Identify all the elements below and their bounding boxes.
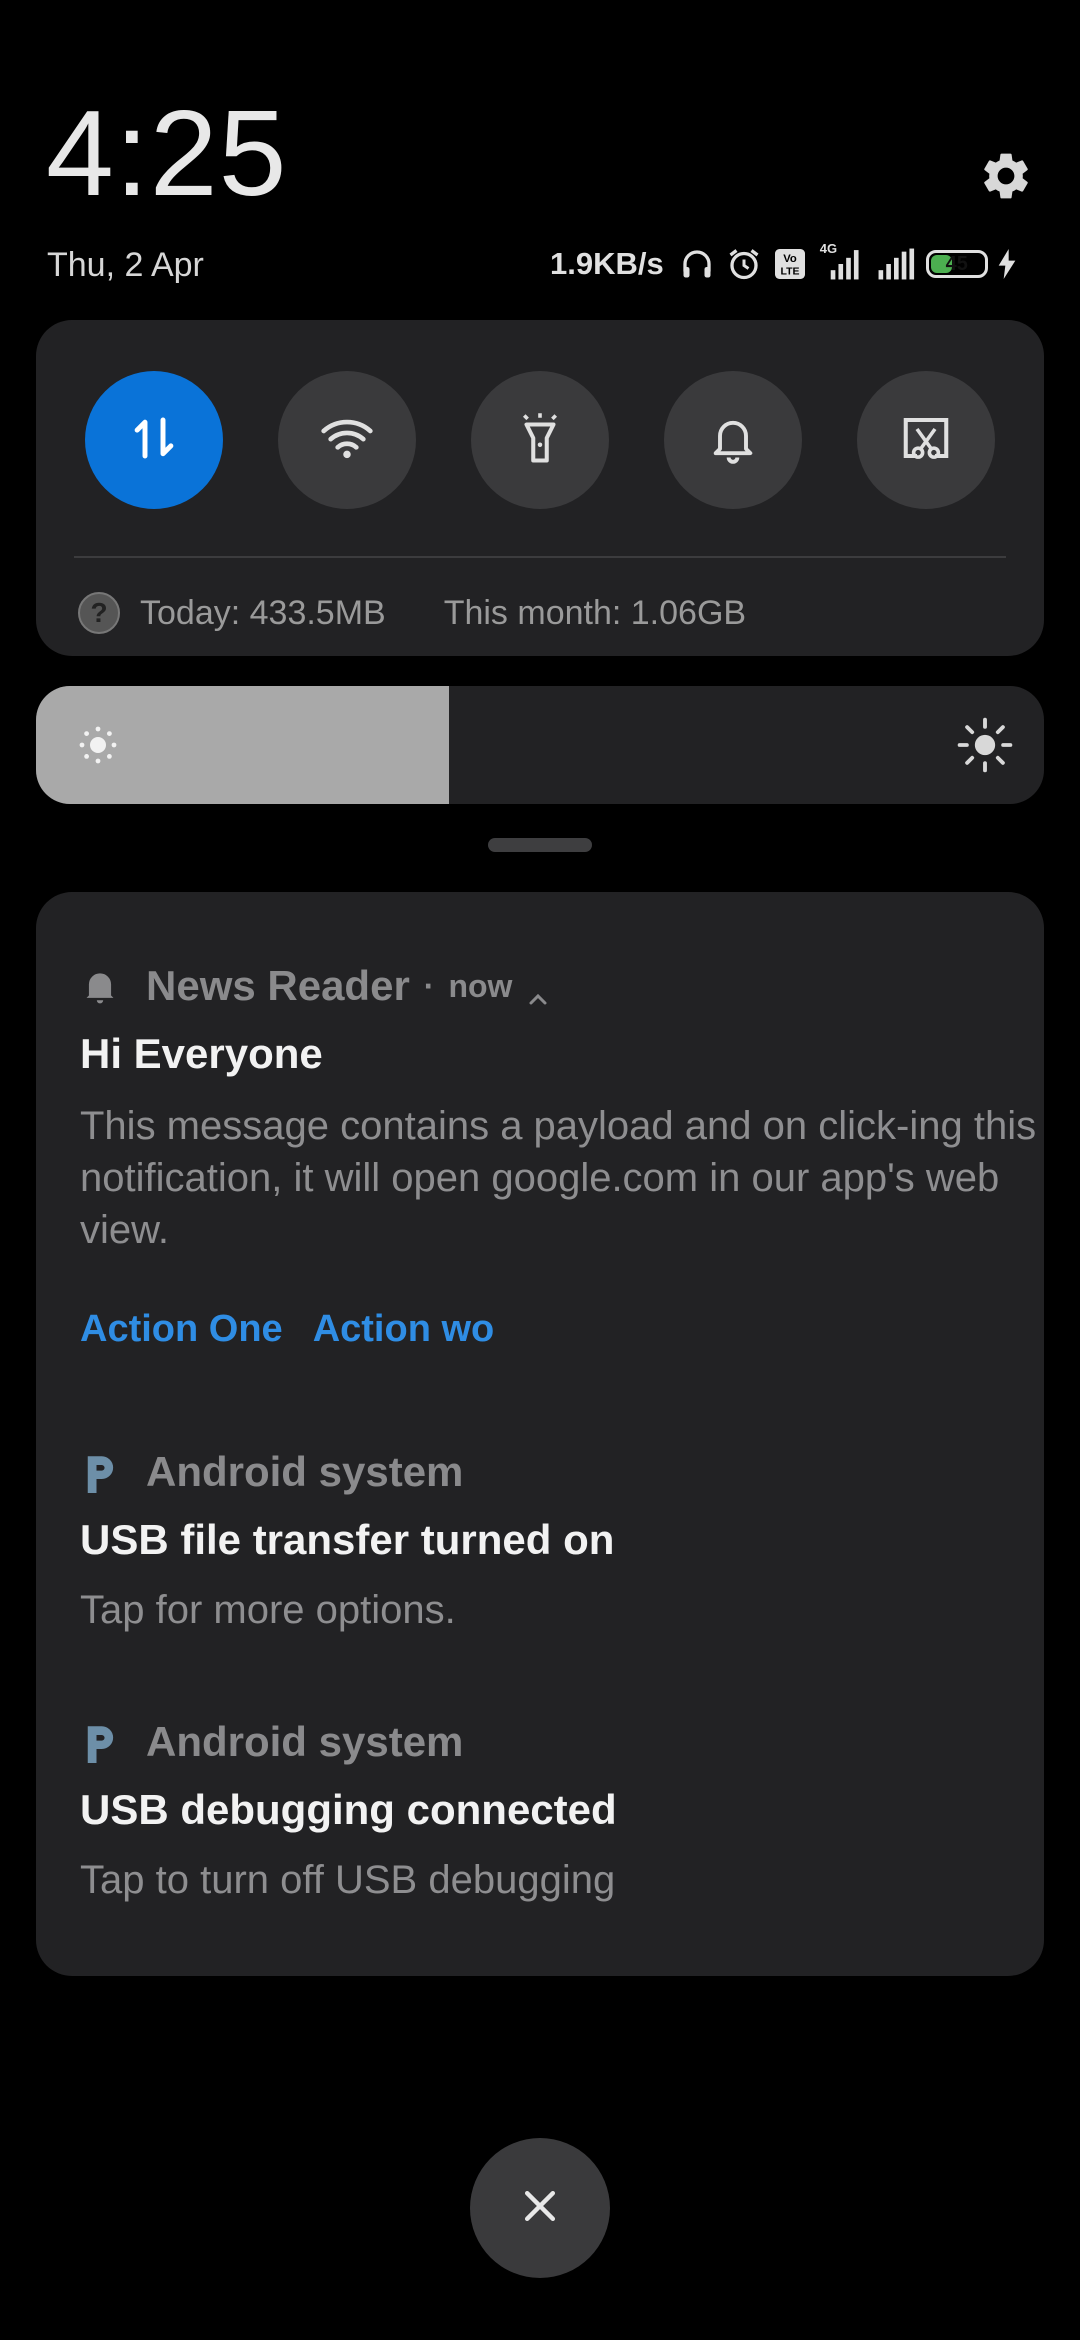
notification-header: Android system (80, 1714, 463, 1770)
battery-level: 45 (945, 252, 968, 275)
notification-body: Tap to turn off USB debugging (80, 1858, 616, 1902)
network-speed: 1.9KB/s (550, 246, 664, 281)
clear-all-button[interactable] (470, 2138, 610, 2278)
date[interactable]: Thu, 2 Apr (47, 246, 204, 285)
usage-today: Today: 433.5MB (140, 593, 386, 632)
notification-time: now (448, 967, 513, 1004)
notification-app-name: News Reader (146, 962, 410, 1009)
svg-text:Vo: Vo (783, 253, 797, 265)
close-icon (518, 2184, 562, 2233)
volte-icon: Vo LTE (772, 246, 808, 282)
notification-title: USB debugging connected (80, 1786, 617, 1833)
network-type-label: 4G (819, 241, 838, 256)
clock[interactable]: 4:25 (46, 92, 287, 214)
divider (74, 556, 1006, 558)
notification-body: Tap for more options. (80, 1588, 456, 1632)
data-usage: ? Today: 433.5MB This month: 1.06GB (78, 588, 746, 638)
brightness-high-icon (956, 716, 1014, 774)
toggle-mobile-data[interactable] (85, 371, 223, 509)
bell-icon (707, 412, 759, 469)
brightness-low-icon (74, 721, 122, 769)
toggle-flashlight[interactable] (471, 371, 609, 509)
usage-month: This month: 1.06GB (443, 593, 747, 632)
brightness-slider[interactable] (36, 686, 1044, 804)
notification-header: Android system (80, 1444, 463, 1500)
svg-text:LTE: LTE (780, 266, 799, 278)
flashlight-icon (513, 411, 567, 470)
android-system-icon (80, 1720, 120, 1764)
notification-title: USB file transfer turned on (80, 1516, 615, 1563)
notification-actions: Action One Action wo (80, 1308, 494, 1351)
quick-settings-panel: ? Today: 433.5MB This month: 1.06GB (36, 320, 1044, 656)
scissors-screenshot-icon (899, 411, 953, 470)
notifications-panel: News Reader · now Hi Everyone This messa… (36, 892, 1044, 1976)
signal-4g-icon: 4G (818, 241, 862, 281)
notification-header: News Reader · now (80, 958, 550, 1014)
drag-handle[interactable] (488, 838, 592, 852)
help-icon[interactable]: ? (78, 592, 120, 634)
headphones-icon (678, 246, 716, 282)
action-two-button[interactable]: Action wo (313, 1308, 495, 1351)
notification-title: Hi Everyone (80, 1030, 323, 1077)
notification-body: This message contains a payload and on c… (80, 1104, 1037, 1252)
wifi-icon (319, 410, 375, 471)
gear-icon[interactable] (978, 148, 1034, 204)
notification-time-separator: · (423, 967, 435, 1004)
chevron-up-icon[interactable] (526, 974, 550, 1005)
data-transfer-icon (127, 411, 181, 470)
signal-icon (872, 247, 916, 281)
toggle-wifi[interactable] (278, 371, 416, 509)
charging-icon (998, 249, 1016, 279)
action-one-button[interactable]: Action One (80, 1308, 283, 1351)
toggle-sound[interactable] (664, 371, 802, 509)
status-bar: 1.9KB/s Vo LTE 4G 45 (550, 241, 1016, 286)
notification-app-name: Android system (146, 1448, 464, 1495)
toggle-screenshot[interactable] (857, 371, 995, 509)
android-system-icon (80, 1450, 120, 1494)
battery-icon: 45 (925, 250, 988, 278)
bell-icon (80, 964, 120, 1008)
alarm-icon (726, 246, 762, 282)
notification-app-name: Android system (146, 1718, 464, 1765)
